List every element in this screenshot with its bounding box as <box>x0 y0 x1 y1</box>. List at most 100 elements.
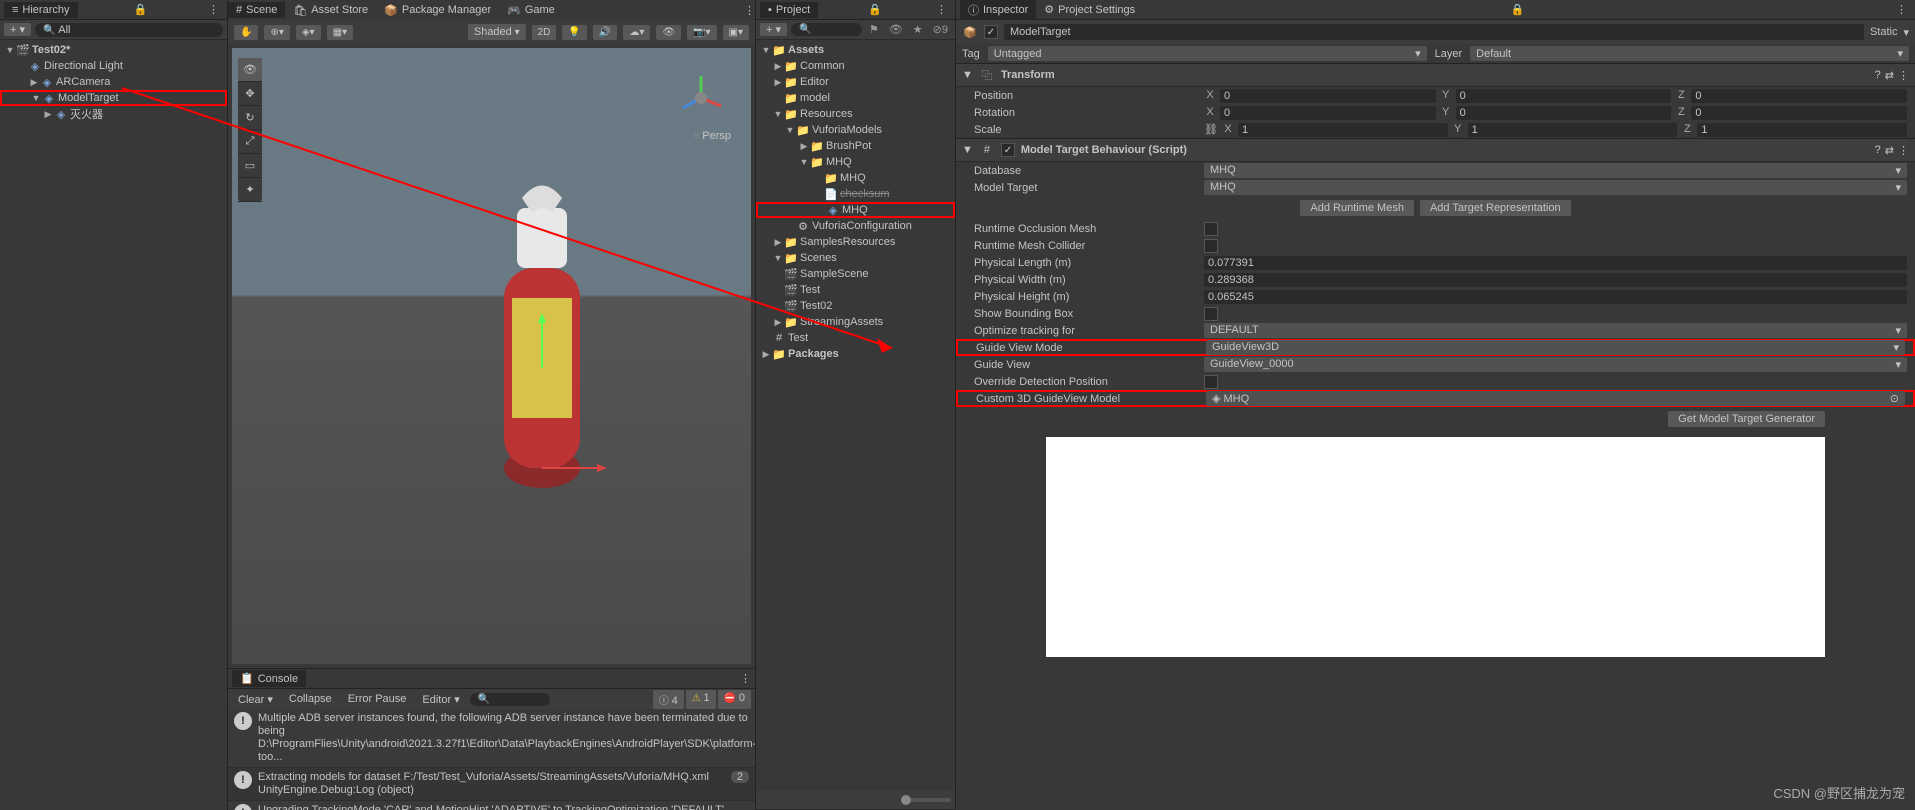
tab-scene[interactable]: # Scene <box>228 2 285 18</box>
scale-tool[interactable]: ⤢ <box>238 130 262 154</box>
rotate-tool[interactable]: ↻ <box>238 106 262 130</box>
preset-icon[interactable]: ⇄ <box>1885 69 1894 82</box>
phys-width-field[interactable]: 0.289368 <box>1204 273 1907 287</box>
project-folder[interactable]: ▶📁BrushPot <box>756 138 955 154</box>
tool-hand[interactable]: ✋ <box>234 25 258 40</box>
layer-dropdown[interactable]: Default▾ <box>1470 46 1909 61</box>
phys-len-field[interactable]: 0.077391 <box>1204 256 1907 270</box>
mtb-enabled[interactable] <box>1001 143 1015 157</box>
pos-x[interactable]: 0 <box>1220 89 1436 103</box>
grid-toggle[interactable]: ▦▾ <box>327 25 353 40</box>
hierarchy-search[interactable]: 🔍 All <box>35 23 223 37</box>
constrain-icon[interactable]: ⛓ <box>1204 123 1218 136</box>
active-checkbox[interactable] <box>984 25 998 39</box>
panel-menu-icon[interactable]: ⋮ <box>204 3 223 16</box>
gizmos-dropdown[interactable]: ▣▾ <box>723 25 749 40</box>
add-button[interactable]: + ▾ <box>760 23 787 36</box>
camera-toggle[interactable]: 📷▾ <box>687 25 716 40</box>
audio-toggle[interactable]: 🔊 <box>593 25 617 40</box>
console-entry[interactable]: ! Extracting models for dataset F:/Test/… <box>228 768 755 801</box>
panel-menu-icon[interactable]: ⋮ <box>1892 3 1911 16</box>
info-count[interactable]: ⓘ 4 <box>653 690 684 709</box>
rot-y[interactable]: 0 <box>1456 106 1672 120</box>
project-mhq-asset[interactable]: ◈MHQ <box>756 202 955 218</box>
pivot-toggle[interactable]: ⊕▾ <box>264 25 289 40</box>
project-item[interactable]: #Test <box>756 330 955 346</box>
filter-icon[interactable]: ⚑ <box>866 23 882 36</box>
hierarchy-item[interactable]: ▶◈ARCamera <box>0 74 227 90</box>
scale-z[interactable]: 1 <box>1697 123 1907 137</box>
star-icon[interactable]: ★ <box>910 23 926 36</box>
console-entry[interactable]: ! Multiple ADB server instances found, t… <box>228 709 755 768</box>
add-target-rep-button[interactable]: Add Target Representation <box>1420 200 1571 216</box>
project-folder[interactable]: ▶📁StreamingAssets <box>756 314 955 330</box>
panel-menu-icon[interactable]: ⋮ <box>740 672 751 685</box>
scene-object-extinguisher[interactable] <box>492 168 592 508</box>
project-tab[interactable]: ▪ Project <box>760 2 818 18</box>
scale-y[interactable]: 1 <box>1468 123 1678 137</box>
runtime-occ-checkbox[interactable] <box>1204 222 1218 236</box>
project-folder[interactable]: ▶📁SamplesResources <box>756 234 955 250</box>
project-scene[interactable]: 🎬SampleScene <box>756 266 955 282</box>
eye-icon[interactable]: 👁 <box>886 23 906 36</box>
project-zoom-slider[interactable] <box>901 798 951 802</box>
project-folder[interactable]: ▶📁Editor <box>756 74 955 90</box>
rot-z[interactable]: 0 <box>1691 106 1907 120</box>
bbox-checkbox[interactable] <box>1204 307 1218 321</box>
hierarchy-item-modeltarget[interactable]: ▼◈ModelTarget <box>0 90 227 106</box>
project-packages[interactable]: ▶📁Packages <box>756 346 955 362</box>
console-entry[interactable]: ! Upgrading TrackingMode 'CAR' and Motio… <box>228 801 755 810</box>
console-editor[interactable]: Editor ▾ <box>416 692 465 707</box>
object-name-field[interactable]: ModelTarget <box>1004 24 1864 40</box>
help-icon[interactable]: ? <box>1875 144 1881 157</box>
2d-toggle[interactable]: 2D <box>532 25 557 40</box>
transform-tool[interactable]: ✦ <box>238 178 262 202</box>
project-search[interactable]: 🔍 <box>791 23 862 36</box>
project-folder[interactable]: ▼📁Scenes <box>756 250 955 266</box>
hierarchy-item[interactable]: ◈Directional Light <box>0 58 227 74</box>
tab-package-manager[interactable]: 📦 Package Manager <box>376 2 499 19</box>
get-generator-button[interactable]: Get Model Target Generator <box>1668 411 1825 427</box>
custom-3d-model-field[interactable]: ◈ MHQ⊙ <box>1206 391 1905 406</box>
project-folder[interactable]: ▼📁Resources <box>756 106 955 122</box>
lighting-toggle[interactable]: 💡 <box>562 25 586 40</box>
rect-tool[interactable]: ▭ <box>238 154 262 178</box>
project-folder[interactable]: 📁model <box>756 90 955 106</box>
menu-icon[interactable]: ⋮ <box>1898 69 1909 82</box>
shading-dropdown[interactable]: Shaded ▾ <box>468 24 526 40</box>
console-collapse[interactable]: Collapse <box>283 692 338 706</box>
console-clear[interactable]: Clear ▾ <box>232 692 279 707</box>
scale-x[interactable]: 1 <box>1238 123 1448 137</box>
lock-icon[interactable]: 🔒 <box>130 3 152 16</box>
project-folder[interactable]: ▼📁MHQ <box>756 154 955 170</box>
optimize-dropdown[interactable]: DEFAULT▾ <box>1204 323 1907 338</box>
project-scene[interactable]: 🎬Test02 <box>756 298 955 314</box>
hierarchy-item[interactable]: ▶◈灭火器 <box>0 106 227 122</box>
model-target-dropdown[interactable]: MHQ▾ <box>1204 180 1907 195</box>
project-assets[interactable]: ▼📁Assets <box>756 42 955 58</box>
add-runtime-mesh-button[interactable]: Add Runtime Mesh <box>1300 200 1414 216</box>
add-button[interactable]: + ▾ <box>4 23 31 36</box>
warn-count[interactable]: ⚠ 1 <box>686 690 716 709</box>
project-folder[interactable]: ▶📁Common <box>756 58 955 74</box>
console-error-pause[interactable]: Error Pause <box>342 692 413 706</box>
panel-menu-icon[interactable]: ⋮ <box>932 3 951 16</box>
console-tab[interactable]: 📋 Console <box>232 670 306 687</box>
help-icon[interactable]: ? <box>1875 69 1881 82</box>
error-count[interactable]: ⛔ 0 <box>718 690 751 709</box>
lock-icon[interactable]: 🔒 <box>864 3 886 16</box>
view-tool[interactable]: 👁 <box>238 58 262 82</box>
project-item[interactable]: ⚙VuforiaConfiguration <box>756 218 955 234</box>
tab-asset-store[interactable]: 🛍 Asset Store <box>285 2 376 19</box>
panel-menu-icon[interactable]: ⋮ <box>744 4 755 17</box>
orientation-gizmo[interactable] <box>671 68 731 128</box>
visibility-toggle[interactable]: 👁 <box>656 25 681 40</box>
pos-z[interactable]: 0 <box>1691 89 1907 103</box>
lock-icon[interactable]: 🔒 <box>1507 3 1529 16</box>
tab-game[interactable]: 🎮 Game <box>499 2 563 19</box>
menu-icon[interactable]: ⋮ <box>1898 144 1909 157</box>
preset-icon[interactable]: ⇄ <box>1885 144 1894 157</box>
scene-root[interactable]: ▼🎬Test02* <box>0 42 227 58</box>
hidden-icon[interactable]: ⊘9 <box>930 23 951 36</box>
tag-dropdown[interactable]: Untagged▾ <box>988 46 1427 61</box>
